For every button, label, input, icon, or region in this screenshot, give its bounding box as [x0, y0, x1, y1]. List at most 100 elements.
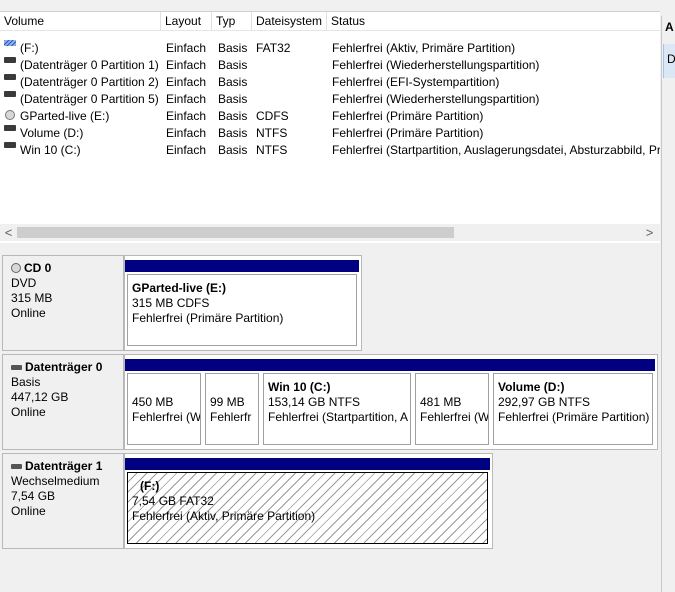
partition-bar [413, 359, 491, 371]
disk-label-cd0[interactable]: CD 0 DVD 315 MB Online [2, 255, 124, 351]
column-header-layout[interactable]: Layout [161, 12, 212, 30]
volume-status: Fehlerfrei (Wiederherstellungspartition) [332, 92, 540, 106]
partition-box: (F:) 7,54 GB FAT32 Fehlerfrei (Aktiv, Pr… [127, 472, 488, 544]
volume-status: Fehlerfrei (Primäre Partition) [332, 126, 484, 140]
scroll-thumb[interactable] [17, 227, 454, 238]
volume-typ: Basis [218, 92, 248, 106]
volume-fs: CDFS [256, 109, 289, 123]
partition-gparted[interactable]: GParted-live (E:) 315 MB CDFS Fehlerfrei… [125, 260, 359, 348]
volume-row[interactable]: (Datenträger 0 Partition 2) Einfach Basi… [0, 74, 660, 91]
volume-layout: Einfach [166, 75, 207, 89]
disk-name: CD 0 [24, 261, 52, 275]
column-header-row: Volume Layout Typ Dateisystem Status [0, 12, 660, 31]
partition-status: Fehlerfrei (Startpartition, A [268, 410, 409, 424]
disk-icon [11, 464, 22, 470]
partition-size: 315 MB CDFS [132, 296, 210, 310]
partition-size: 7,54 GB FAT32 [132, 494, 214, 508]
volume-typ: Basis [218, 41, 248, 55]
volume-status: Fehlerfrei (Wiederherstellungspartition) [332, 58, 540, 72]
volume-typ: Basis [218, 109, 248, 123]
partition-recovery-5[interactable]: 481 MB Fehlerfrei (W [413, 359, 491, 447]
horizontal-scrollbar[interactable]: < > [0, 224, 660, 241]
volume-name: (Datenträger 0 Partition 2) [20, 75, 159, 89]
cd-drive-icon [11, 262, 21, 273]
partition-status: Fehlerfr [210, 410, 252, 424]
volume-fs: FAT32 [256, 41, 291, 55]
disk-state: Online [11, 306, 46, 320]
partition-size: 153,14 GB NTFS [268, 395, 361, 409]
partition-name: (F:) [140, 479, 160, 493]
partition-bar [261, 359, 413, 371]
volume-layout: Einfach [166, 126, 207, 140]
volume-name: (Datenträger 0 Partition 5) [20, 92, 159, 106]
volume-name: Volume (D:) [20, 126, 84, 140]
partition-box: GParted-live (E:) 315 MB CDFS Fehlerfrei… [127, 274, 357, 346]
partition-efi[interactable]: 99 MB Fehlerfr [203, 359, 261, 447]
volume-layout: Einfach [166, 143, 207, 157]
partition-bar [125, 260, 359, 272]
partition-bar [491, 359, 655, 371]
partition-f[interactable]: (F:) 7,54 GB FAT32 Fehlerfrei (Aktiv, Pr… [125, 458, 490, 546]
column-header-typ[interactable]: Typ [212, 12, 252, 30]
volume-row[interactable]: GParted-live (E:) Einfach Basis CDFS Feh… [0, 108, 660, 125]
volume-list[interactable]: Volume Layout Typ Dateisystem Status (F:… [0, 11, 660, 244]
partition-name: Win 10 (C:) [268, 380, 331, 394]
disk-type: DVD [11, 276, 37, 290]
actions-header: A [665, 20, 674, 34]
volume-row[interactable]: (Datenträger 0 Partition 5) Einfach Basi… [0, 91, 660, 108]
disk-label-disk0[interactable]: Datenträger 0 Basis 447,12 GB Online [2, 354, 124, 450]
disk-label-disk1[interactable]: Datenträger 1 Wechselmedium 7,54 GB Onli… [2, 453, 124, 549]
scroll-left-icon[interactable]: < [0, 224, 17, 241]
volume-row[interactable]: (F:) Einfach Basis FAT32 Fehlerfrei (Akt… [0, 40, 660, 57]
volume-status: Fehlerfrei (Aktiv, Primäre Partition) [332, 41, 516, 55]
partition-bar [125, 359, 203, 371]
partition-status: Fehlerfrei (Primäre Partition) [498, 410, 650, 424]
partition-size: 99 MB [210, 395, 245, 409]
volume-typ: Basis [218, 58, 248, 72]
volume-status: Fehlerfrei (Startpartition, Auslagerungs… [332, 143, 660, 157]
column-header-dateisystem[interactable]: Dateisystem [252, 12, 327, 30]
volume-name: Win 10 (C:) [20, 143, 81, 157]
disk-type: Basis [11, 375, 41, 389]
actions-item[interactable]: D [663, 44, 675, 78]
volume-layout: Einfach [166, 41, 207, 55]
partition-box: 450 MB Fehlerfrei (W [127, 373, 201, 445]
partition-status: Fehlerfrei (Primäre Partition) [132, 311, 284, 325]
partition-box: Volume (D:) 292,97 GB NTFS Fehlerfrei (P… [493, 373, 653, 445]
volume-row[interactable]: Win 10 (C:) Einfach Basis NTFS Fehlerfre… [0, 142, 660, 159]
partition-status: Fehlerfrei (W [420, 410, 489, 424]
removable-drive-icon [4, 40, 16, 46]
disk-icon [11, 365, 22, 371]
disk-volume-icon [4, 57, 16, 63]
partition-size: 481 MB [420, 395, 462, 409]
partition-recovery-1[interactable]: 450 MB Fehlerfrei (W [125, 359, 203, 447]
volume-typ: Basis [218, 143, 248, 157]
volume-name: (F:) [20, 41, 39, 55]
volume-fs: NTFS [256, 126, 288, 140]
disk-size: 7,54 GB [11, 489, 56, 503]
scroll-right-icon[interactable]: > [641, 224, 658, 241]
column-header-volume[interactable]: Volume [0, 12, 161, 30]
toolbar-strip [0, 0, 660, 11]
volume-row[interactable]: (Datenträger 0 Partition 1) Einfach Basi… [0, 57, 660, 74]
disk-area-cd0: GParted-live (E:) 315 MB CDFS Fehlerfrei… [124, 255, 362, 351]
partition-size: 450 MB [132, 395, 174, 409]
partition-box: Win 10 (C:) 153,14 GB NTFS Fehlerfrei (S… [263, 373, 411, 445]
volume-row[interactable]: Volume (D:) Einfach Basis NTFS Fehlerfre… [0, 125, 660, 142]
disk-area-disk1: (F:) 7,54 GB FAT32 Fehlerfrei (Aktiv, Pr… [124, 453, 493, 549]
partition-win10[interactable]: Win 10 (C:) 153,14 GB NTFS Fehlerfrei (S… [261, 359, 413, 447]
partition-status: Fehlerfrei (Aktiv, Primäre Partition) [132, 509, 316, 523]
volume-fs: NTFS [256, 143, 288, 157]
disk-name: Datenträger 1 [25, 459, 103, 473]
disk-volume-icon [4, 125, 16, 131]
column-header-status[interactable]: Status [327, 12, 660, 30]
volume-status: Fehlerfrei (EFI-Systempartition) [332, 75, 500, 89]
disk-name: Datenträger 0 [25, 360, 103, 374]
cd-drive-icon [5, 110, 15, 120]
volume-name: (Datenträger 0 Partition 1) [20, 58, 159, 72]
partition-volume-d[interactable]: Volume (D:) 292,97 GB NTFS Fehlerfrei (P… [491, 359, 655, 447]
partition-name: Volume (D:) [498, 380, 565, 394]
partition-status: Fehlerfrei (W [132, 410, 201, 424]
actions-item-label: D [667, 52, 675, 66]
disk-size: 447,12 GB [11, 390, 69, 404]
